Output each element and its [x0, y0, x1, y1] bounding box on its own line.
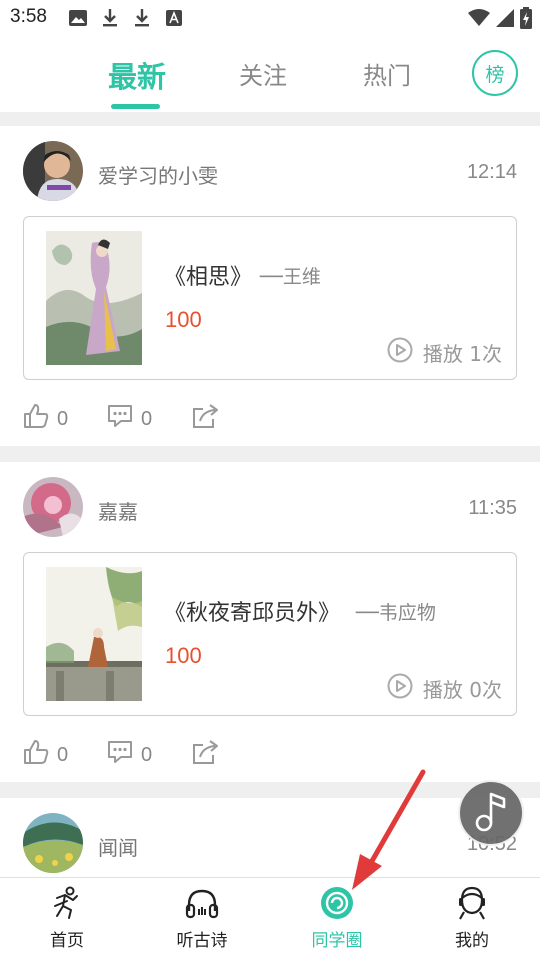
headphones-icon — [185, 886, 219, 920]
poem-card[interactable]: 《相思》 ──王维 100 播放 1次 — [23, 216, 517, 380]
download-icon — [132, 8, 152, 28]
tab-hot[interactable]: 热门 — [363, 56, 411, 91]
comment-count: 0 — [141, 407, 153, 430]
nav-home[interactable]: 首页 — [17, 886, 117, 951]
top-tab-bar: 最新 关注 热门 榜 — [0, 40, 540, 112]
play-count-label: 播放 1次 — [422, 342, 502, 366]
poem-score: 100 — [165, 643, 202, 668]
divider — [0, 782, 540, 798]
post-time: 11:35 — [468, 497, 517, 519]
post-actions: 0 0 — [23, 403, 323, 433]
poem-author: ──王维 — [260, 266, 321, 288]
tab-latest[interactable]: 最新 — [108, 54, 166, 96]
comment-icon — [107, 403, 133, 435]
tab-following[interactable]: 关注 — [239, 56, 287, 91]
share-button[interactable] — [191, 403, 221, 435]
poem-card[interactable]: 《秋夜寄邱员外》 ──韦应物 100 播放 0次 — [23, 552, 517, 716]
share-button[interactable] — [191, 739, 221, 771]
comment-count: 0 — [141, 743, 153, 766]
avatar[interactable] — [23, 813, 83, 873]
poem-score: 100 — [165, 307, 202, 332]
status-time: 3:58 — [10, 6, 47, 27]
circle-icon — [320, 886, 354, 920]
avatar[interactable] — [23, 477, 83, 537]
nav-label: 我的 — [455, 931, 489, 951]
share-icon — [191, 739, 221, 771]
comment-button[interactable]: 0 — [107, 739, 152, 771]
music-note-icon — [471, 789, 511, 837]
comment-button[interactable]: 0 — [107, 403, 152, 435]
nav-classmates-circle[interactable]: 同学圈 — [287, 886, 387, 951]
like-button[interactable]: 0 — [23, 403, 68, 435]
feed-post: 爱学习的小雯 12:14 《相思》 ──王维 100 播放 1次 0 0 — [0, 126, 540, 446]
active-tab-indicator — [111, 104, 160, 109]
nav-mine[interactable]: 我的 — [422, 886, 522, 951]
comment-icon — [107, 739, 133, 771]
post-actions: 0 0 — [23, 739, 323, 769]
a-box-icon — [164, 8, 184, 28]
music-player-button[interactable] — [458, 780, 524, 846]
share-icon — [191, 403, 221, 435]
thumbs-up-icon — [23, 739, 49, 771]
poem-author: ──韦应物 — [356, 602, 436, 624]
nav-label: 同学圈 — [311, 931, 363, 951]
wifi-icon — [468, 9, 490, 31]
feed-post: 嘉嘉 11:35 《秋夜寄邱员外》 ──韦应物 100 播放 0次 0 0 — [0, 462, 540, 782]
play-icon — [387, 337, 413, 368]
poem-cover-image — [46, 567, 142, 701]
bottom-navigation: 首页 听古诗 同学圈 我的 — [0, 877, 540, 960]
play-count-label: 播放 0次 — [422, 678, 502, 702]
leaderboard-button[interactable]: 榜 — [472, 50, 518, 96]
leaderboard-label: 榜 — [485, 63, 505, 86]
download-icon — [100, 8, 120, 28]
like-count: 0 — [57, 407, 69, 430]
play-icon — [387, 673, 413, 704]
like-count: 0 — [57, 743, 69, 766]
like-button[interactable]: 0 — [23, 739, 68, 771]
username[interactable]: 爱学习的小雯 — [98, 160, 218, 189]
status-system-icons — [468, 7, 532, 33]
thumbs-up-icon — [23, 403, 49, 435]
divider — [0, 446, 540, 462]
poem-title: 《相思》 — [164, 265, 253, 290]
signal-icon — [496, 9, 514, 31]
username[interactable]: 嘉嘉 — [98, 496, 138, 525]
play-count[interactable]: 播放 1次 — [387, 337, 502, 368]
home-figure-icon — [50, 886, 84, 920]
avatar[interactable] — [23, 141, 83, 201]
nav-label: 首页 — [50, 931, 84, 951]
profile-icon — [455, 886, 489, 920]
post-time: 12:14 — [466, 161, 517, 183]
image-icon — [68, 8, 88, 28]
nav-label: 听古诗 — [176, 931, 228, 951]
poem-cover-image — [46, 231, 142, 365]
play-count[interactable]: 播放 0次 — [387, 673, 502, 704]
divider — [0, 112, 540, 126]
poem-title: 《秋夜寄邱员外》 — [164, 601, 341, 626]
battery-icon — [520, 7, 532, 33]
status-notification-icons — [68, 8, 184, 28]
status-bar: 3:58 — [0, 0, 540, 36]
nav-listen-poems[interactable]: 听古诗 — [152, 886, 252, 951]
username[interactable]: 闻闻 — [98, 832, 138, 861]
